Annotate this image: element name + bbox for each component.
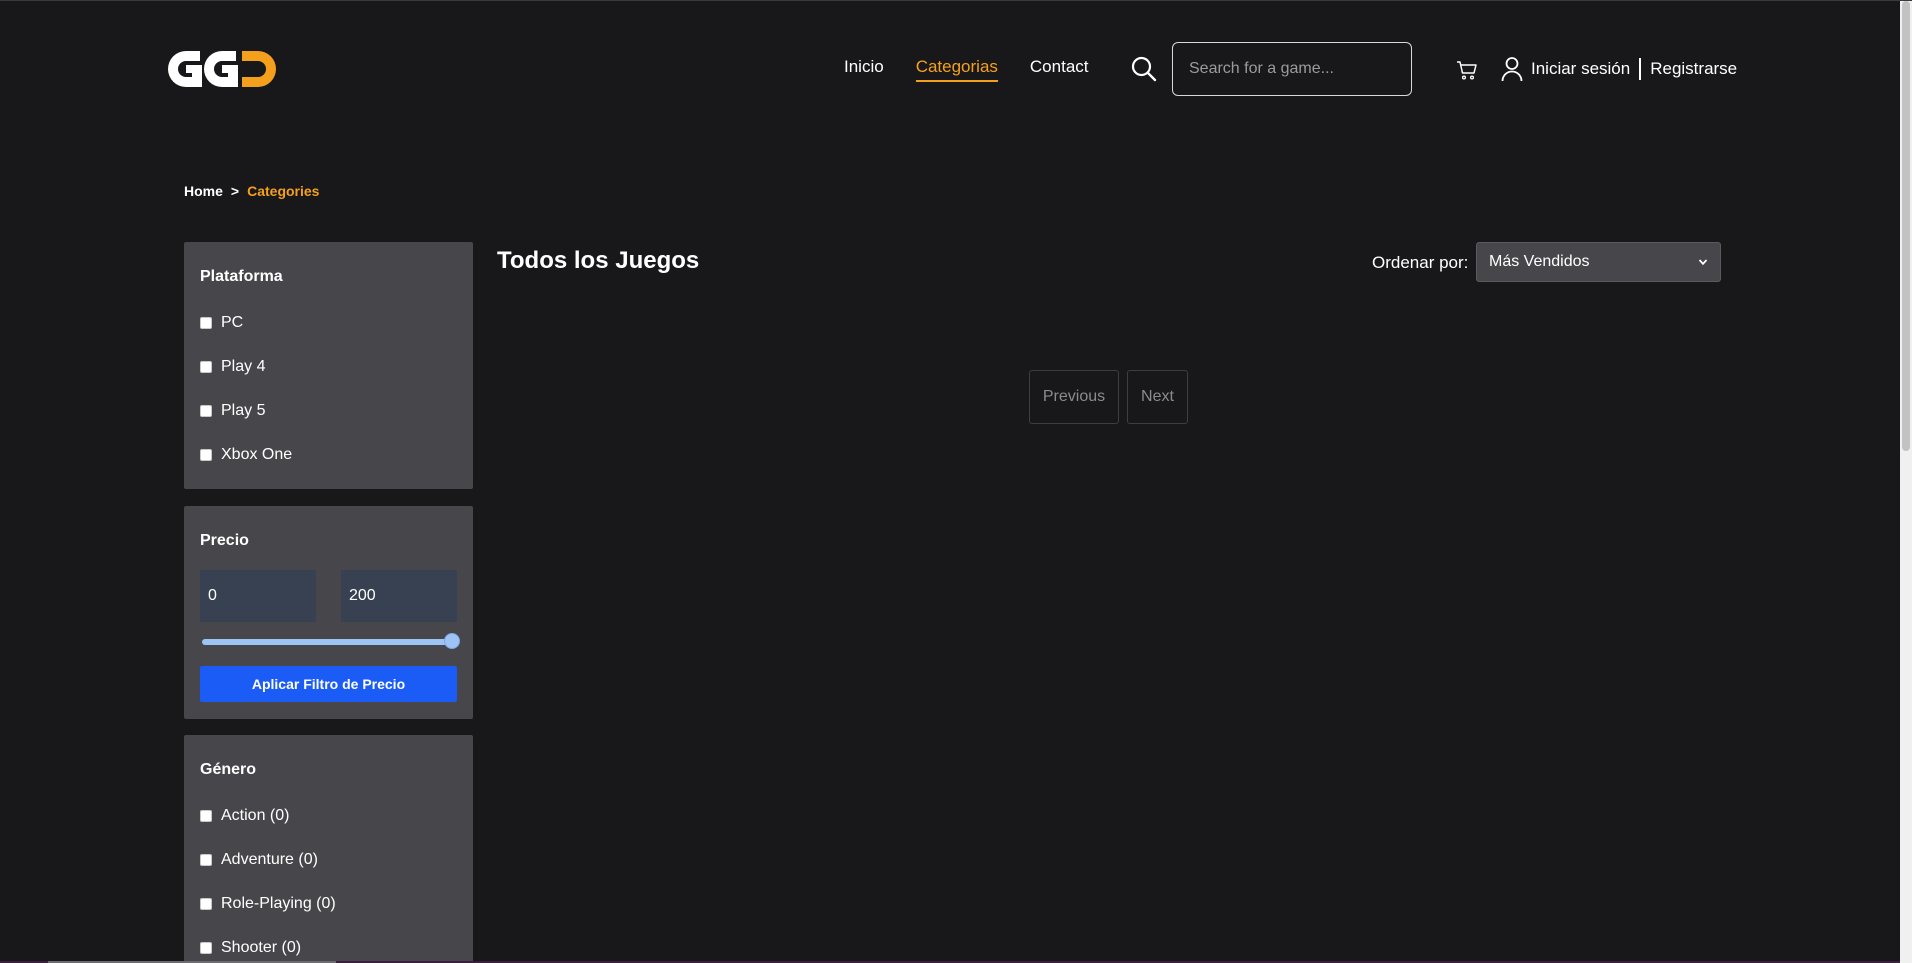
checkbox[interactable] <box>200 898 212 910</box>
nav-categorias[interactable]: Categorias <box>915 57 998 82</box>
genre-option-adventure[interactable]: Adventure (0) <box>200 851 318 869</box>
platform-option-label: PC <box>221 314 244 331</box>
platform-option-play5[interactable]: Play 5 <box>200 402 265 420</box>
platform-option-pc[interactable]: PC <box>200 314 243 332</box>
price-filter-title: Precio <box>200 532 249 549</box>
register-link[interactable]: Registrarse <box>1650 59 1737 79</box>
genre-option-label: Shooter (0) <box>221 939 302 956</box>
page-title: Todos los Juegos <box>497 247 700 274</box>
cart-icon[interactable] <box>1455 58 1479 82</box>
nav-inicio[interactable]: Inicio <box>844 57 884 82</box>
genre-option-label: Action (0) <box>221 807 290 824</box>
platform-option-label: Play 5 <box>221 402 266 419</box>
nav-contact[interactable]: Contact <box>1030 57 1089 82</box>
breadcrumb: Home > Categories <box>184 183 319 199</box>
apply-price-filter-button[interactable]: Aplicar Filtro de Precio <box>200 666 457 702</box>
platform-filter-panel: Plataforma PC Play 4 Play 5 Xbox One <box>184 242 473 489</box>
sort-selected-value: Más Vendidos <box>1489 253 1590 270</box>
price-slider-track[interactable] <box>202 639 452 645</box>
scrollbar-thumb[interactable] <box>1902 1 1910 451</box>
platform-option-xbox-one[interactable]: Xbox One <box>200 446 292 464</box>
breadcrumb-home[interactable]: Home <box>184 183 223 199</box>
sort-select[interactable]: Más Vendidos <box>1476 242 1721 282</box>
price-min-input[interactable] <box>200 570 316 622</box>
checkbox[interactable] <box>200 405 212 417</box>
auth-links: Iniciar sesión Registrarse <box>1531 58 1737 80</box>
auth-divider <box>1639 58 1642 80</box>
checkbox[interactable] <box>200 449 212 461</box>
checkbox[interactable] <box>200 854 212 866</box>
platform-option-label: Xbox One <box>221 446 293 463</box>
breadcrumb-current: Categories <box>247 183 320 199</box>
platform-option-play4[interactable]: Play 4 <box>200 358 265 376</box>
price-max-input[interactable] <box>341 570 457 622</box>
genre-option-label: Adventure (0) <box>221 851 318 868</box>
genre-option-label: Role-Playing (0) <box>221 895 336 912</box>
search-icon[interactable] <box>1130 55 1158 83</box>
site-logo[interactable] <box>168 51 276 87</box>
header: Inicio Categorias Contact Iniciar sesión… <box>0 1 1900 141</box>
platform-filter-title: Plataforma <box>200 268 283 285</box>
page-scrollbar[interactable] <box>1900 1 1912 963</box>
checkbox[interactable] <box>200 361 212 373</box>
price-slider-thumb[interactable] <box>444 633 460 649</box>
main-nav: Inicio Categorias Contact <box>844 57 1089 82</box>
genre-option-role-playing[interactable]: Role-Playing (0) <box>200 895 336 913</box>
checkbox[interactable] <box>200 810 212 822</box>
checkbox[interactable] <box>200 317 212 329</box>
chevron-down-icon <box>1698 259 1708 266</box>
search-input[interactable] <box>1172 42 1412 96</box>
genre-filter-title: Género <box>200 761 257 778</box>
platform-option-label: Play 4 <box>221 358 266 375</box>
breadcrumb-separator: > <box>230 183 240 199</box>
genre-filter-panel: Género Action (0) Adventure (0) Role-Pla… <box>184 735 473 963</box>
genre-option-shooter[interactable]: Shooter (0) <box>200 939 301 957</box>
login-link[interactable]: Iniciar sesión <box>1531 59 1630 79</box>
genre-option-action[interactable]: Action (0) <box>200 807 289 825</box>
page: Inicio Categorias Contact Iniciar sesión… <box>0 0 1912 963</box>
next-page-button[interactable]: Next <box>1127 370 1188 424</box>
user-icon[interactable] <box>1500 56 1524 82</box>
previous-page-button[interactable]: Previous <box>1029 370 1119 424</box>
checkbox[interactable] <box>200 942 212 954</box>
sort-label: Ordenar por: <box>1372 253 1469 272</box>
price-filter-panel: Precio Aplicar Filtro de Precio <box>184 506 473 719</box>
